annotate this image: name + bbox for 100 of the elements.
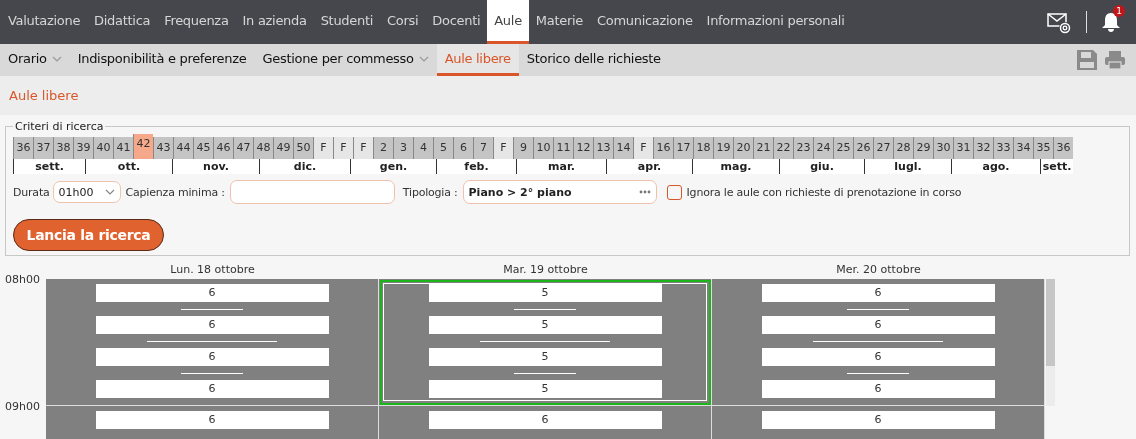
sub-nav-tab[interactable]: Storico delle richieste <box>518 44 669 76</box>
week-cell[interactable]: 41 <box>113 137 133 159</box>
checkbox[interactable] <box>666 184 682 200</box>
week-cell[interactable]: 21 <box>753 137 773 159</box>
week-cell[interactable]: 18 <box>693 137 713 159</box>
week-cell[interactable]: 25 <box>833 137 853 159</box>
week-cell[interactable]: 32 <box>973 137 993 159</box>
save-icon[interactable] <box>1076 49 1098 71</box>
week-cell[interactable]: 34 <box>1013 137 1033 159</box>
nav-tab[interactable]: Comunicazione <box>589 0 700 44</box>
week-cell[interactable]: 39 <box>73 137 93 159</box>
room-count[interactable]: 6 <box>761 411 995 429</box>
time-slot-cell[interactable]: 6 <box>712 406 1045 439</box>
nav-tab[interactable]: Materie <box>528 0 590 44</box>
week-cell[interactable]: 23 <box>793 137 813 159</box>
room-count[interactable]: 6 <box>761 348 995 366</box>
week-cell[interactable]: 42 <box>133 134 153 159</box>
week-cell[interactable]: 17 <box>673 137 693 159</box>
week-cell[interactable]: 47 <box>233 137 253 159</box>
capacity-input-field[interactable] <box>229 180 395 204</box>
week-cell[interactable]: 22 <box>773 137 793 159</box>
week-cell[interactable]: 13 <box>593 137 613 159</box>
room-count[interactable]: 5 <box>428 316 662 334</box>
week-cell[interactable]: 45 <box>193 137 213 159</box>
week-cell[interactable]: 36 <box>1053 137 1073 159</box>
room-count[interactable]: 6 <box>761 284 995 302</box>
week-cell[interactable]: 40 <box>93 137 113 159</box>
nav-tab[interactable]: Informazioni personali <box>699 0 852 44</box>
week-cell[interactable]: 2 <box>373 137 393 159</box>
sub-nav-tab[interactable]: Gestione per commesso <box>254 44 437 76</box>
week-cell[interactable]: 12 <box>573 137 593 159</box>
sub-nav-tab[interactable]: Orario <box>0 44 70 76</box>
week-cell[interactable]: 50 <box>293 137 313 159</box>
search-button[interactable]: Lancia la ricerca <box>13 219 164 251</box>
room-count[interactable]: 6 <box>95 284 329 302</box>
duration-label: Durata <box>13 185 50 199</box>
week-cell[interactable]: 28 <box>893 137 913 159</box>
week-cell[interactable]: 36 <box>13 137 33 159</box>
notification-badge: 1 <box>1113 5 1125 17</box>
week-cell[interactable]: 14 <box>613 137 633 159</box>
mail-icon[interactable] <box>1047 11 1073 35</box>
duration-dropdown[interactable]: 01h00 <box>52 181 121 203</box>
nav-tab[interactable]: Frequenza <box>157 0 236 44</box>
week-cell[interactable]: 11 <box>553 137 573 159</box>
nav-tab[interactable]: Didattica <box>87 0 158 44</box>
week-cell[interactable]: 33 <box>993 137 1013 159</box>
week-cell[interactable]: F <box>633 137 653 159</box>
print-icon[interactable] <box>1104 50 1126 70</box>
week-cell[interactable]: F <box>313 137 333 159</box>
week-cell[interactable]: 27 <box>873 137 893 159</box>
week-cell[interactable]: 4 <box>413 137 433 159</box>
time-slot-cell[interactable]: 6 6 6 6 <box>46 279 379 406</box>
week-cell[interactable]: 20 <box>733 137 753 159</box>
room-count[interactable]: 5 <box>428 284 662 302</box>
nav-tab[interactable]: Aule <box>487 0 529 44</box>
room-count[interactable]: 6 <box>95 316 329 334</box>
week-cell[interactable]: 48 <box>253 137 273 159</box>
nav-tab[interactable]: In azienda <box>235 0 314 44</box>
week-cell[interactable]: 6 <box>453 137 473 159</box>
type-selector-field[interactable]: Piano > 2° piano <box>462 180 657 204</box>
week-cell[interactable]: 31 <box>953 137 973 159</box>
week-cell[interactable]: 7 <box>473 137 493 159</box>
week-cell[interactable]: 44 <box>173 137 193 159</box>
week-cell[interactable]: 30 <box>933 137 953 159</box>
time-slot-cell[interactable]: 6 <box>379 406 712 439</box>
week-cell[interactable]: 35 <box>1033 137 1053 159</box>
week-cell[interactable]: 37 <box>33 137 53 159</box>
time-slot-cell[interactable]: 6 6 6 6 <box>712 279 1045 406</box>
week-cell[interactable]: 24 <box>813 137 833 159</box>
week-cell[interactable]: 49 <box>273 137 293 159</box>
scrollbar[interactable] <box>1046 279 1055 406</box>
sub-nav-tab[interactable]: Indisponibilità e preferenze <box>69 44 255 76</box>
week-cell[interactable]: 38 <box>53 137 73 159</box>
week-cell[interactable]: 29 <box>913 137 933 159</box>
nav-tab[interactable]: Studenti <box>313 0 381 44</box>
nav-tab[interactable]: Corsi <box>380 0 426 44</box>
nav-tab[interactable]: Docenti <box>425 0 488 44</box>
week-cell[interactable]: 9 <box>513 137 533 159</box>
week-cell[interactable]: F <box>353 137 373 159</box>
week-cell[interactable]: 19 <box>713 137 733 159</box>
room-count[interactable]: 6 <box>428 411 662 429</box>
week-cell[interactable]: 10 <box>533 137 553 159</box>
time-slot-cell[interactable]: 6 <box>46 406 379 439</box>
week-cell[interactable]: 26 <box>853 137 873 159</box>
nav-tab[interactable]: Valutazione <box>1 0 88 44</box>
week-cell[interactable]: F <box>493 137 513 159</box>
room-count[interactable]: 6 <box>761 316 995 334</box>
week-cell[interactable]: 46 <box>213 137 233 159</box>
week-cell[interactable]: 16 <box>653 137 673 159</box>
room-count[interactable]: 6 <box>95 348 329 366</box>
room-count[interactable]: 5 <box>428 380 662 398</box>
time-slot-cell[interactable]: 5 5 5 5 <box>379 279 712 406</box>
room-count[interactable]: 6 <box>95 411 329 429</box>
room-count[interactable]: 6 <box>761 380 995 398</box>
week-cell[interactable]: F <box>333 137 353 159</box>
week-cell[interactable]: 43 <box>153 137 173 159</box>
room-count[interactable]: 6 <box>95 380 329 398</box>
week-cell[interactable]: 5 <box>433 137 453 159</box>
room-count[interactable]: 5 <box>428 348 662 366</box>
week-cell[interactable]: 3 <box>393 137 413 159</box>
